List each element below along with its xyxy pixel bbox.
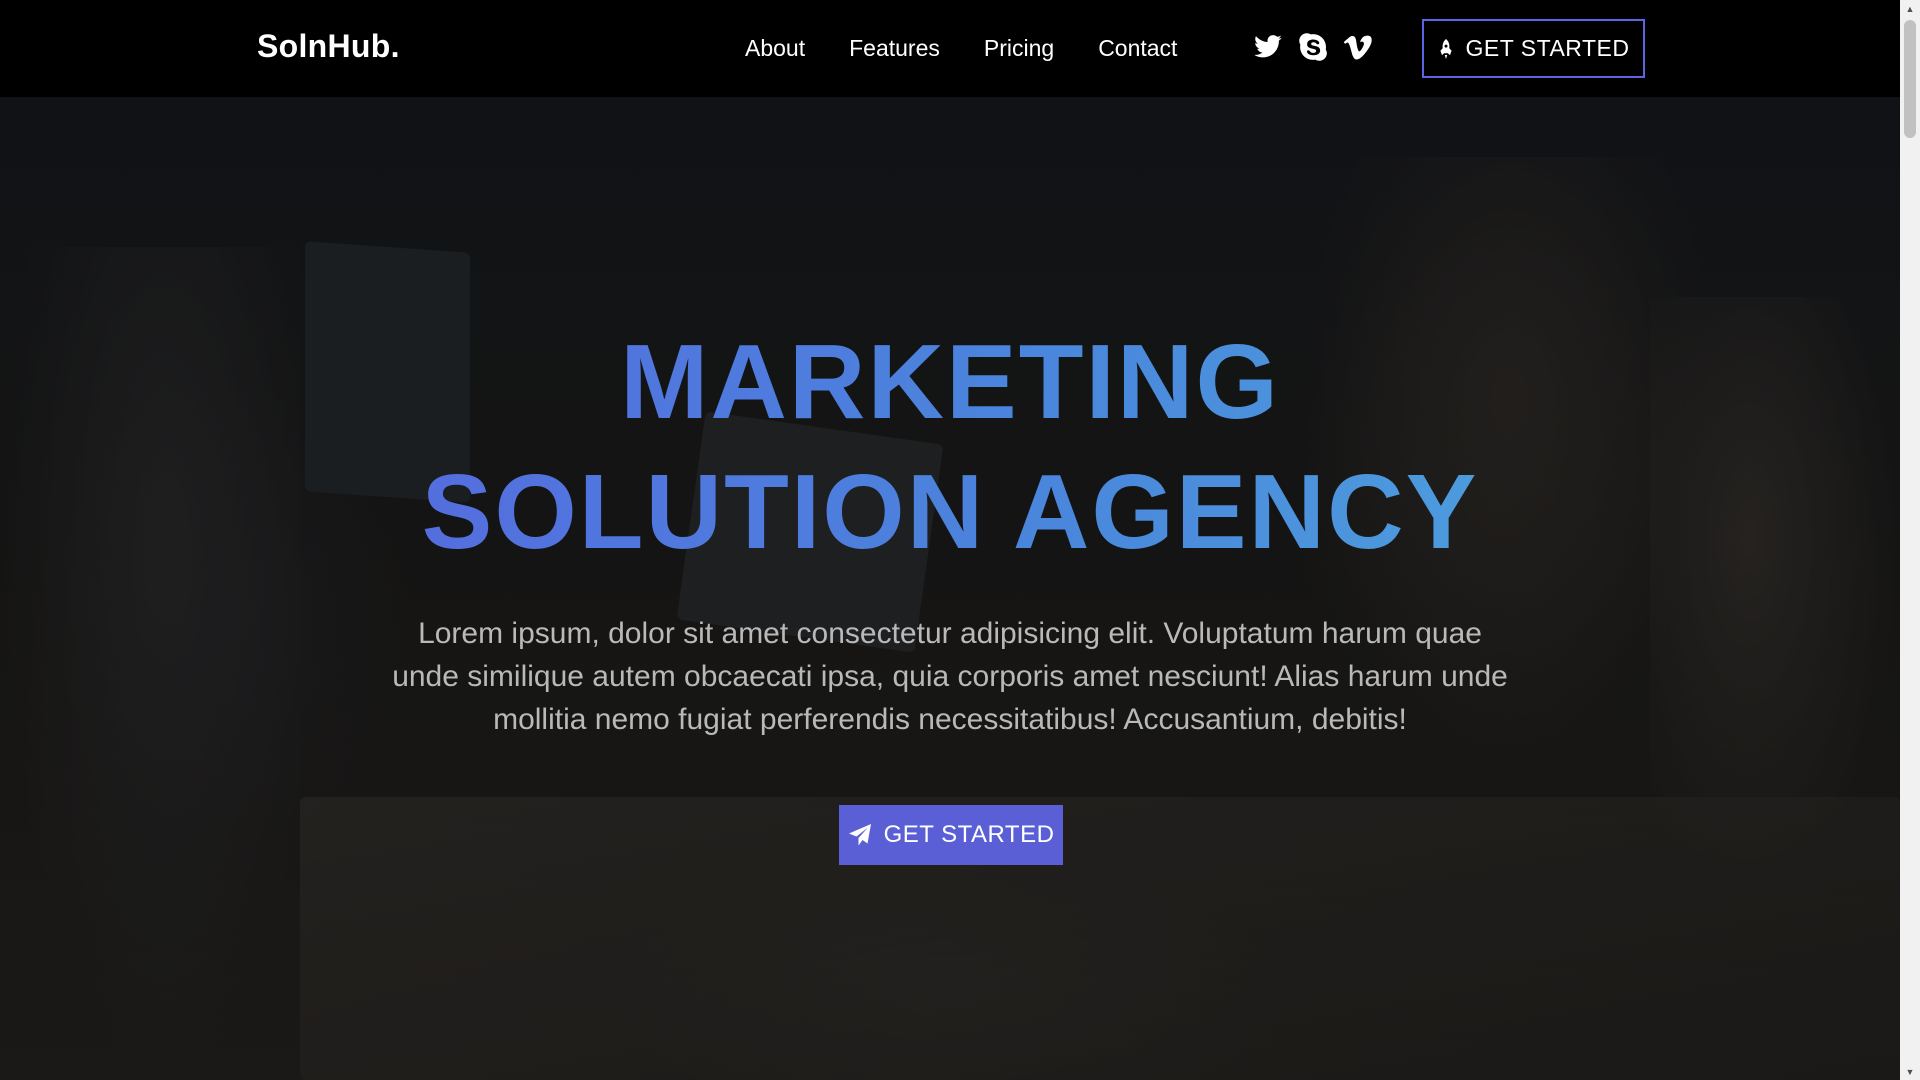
scroll-down-arrow-icon[interactable]: ▼ [1900, 1063, 1920, 1080]
site-logo[interactable]: SolnHub. [257, 28, 400, 65]
site-header: SolnHub. About Features Pricing Contact … [0, 0, 1900, 97]
nav-link-contact[interactable]: Contact [1098, 33, 1177, 63]
scrollbar-thumb[interactable] [1904, 20, 1916, 138]
social-links [1252, 31, 1373, 62]
header-get-started-button[interactable]: GET STARTED [1422, 19, 1645, 78]
page-scrollbar[interactable]: ▲ ▼ [1900, 0, 1920, 1080]
nav-link-about[interactable]: About [745, 33, 805, 63]
hero-section: MARKETING SOLUTION AGENCY Lorem ipsum, d… [0, 97, 1900, 1080]
skype-icon[interactable] [1297, 31, 1328, 62]
page: SolnHub. About Features Pricing Contact … [0, 0, 1920, 1080]
vimeo-icon[interactable] [1342, 31, 1373, 62]
main-nav: About Features Pricing Contact [745, 33, 1221, 63]
hero-cta-label: GET STARTED [883, 821, 1055, 848]
scroll-up-arrow-icon[interactable]: ▲ [1900, 0, 1920, 17]
hero-title-line-1: MARKETING [0, 317, 1900, 447]
nav-link-pricing[interactable]: Pricing [984, 33, 1054, 63]
nav-link-features[interactable]: Features [849, 33, 940, 63]
hero-get-started-button[interactable]: GET STARTED [839, 805, 1063, 865]
header-cta-label: GET STARTED [1465, 35, 1630, 61]
rocket-icon [1439, 38, 1452, 59]
paper-plane-icon [848, 824, 871, 846]
hero-title-line-2: SOLUTION AGENCY [0, 447, 1900, 577]
twitter-icon[interactable] [1252, 31, 1283, 62]
hero-description: Lorem ipsum, dolor sit amet consectetur … [392, 617, 1508, 736]
hero-overlay [0, 97, 1900, 1080]
